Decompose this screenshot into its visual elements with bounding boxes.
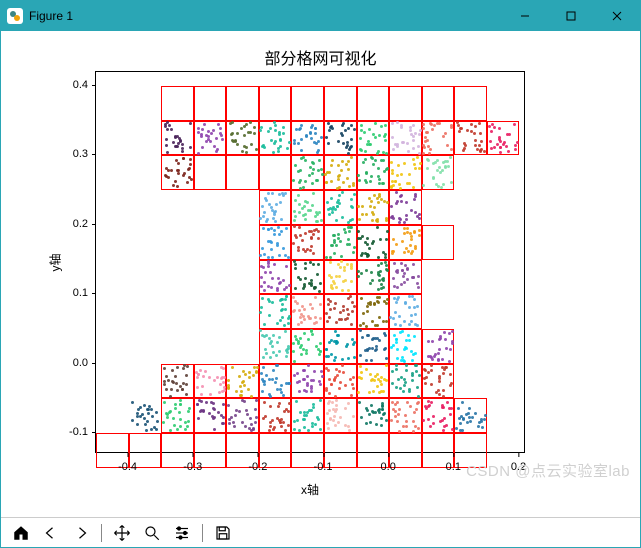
zoom-button[interactable]: [138, 521, 166, 545]
grid-cell: [454, 86, 487, 121]
plot-title: 部分格网可视化: [1, 45, 640, 69]
x-tick: -0.4: [118, 461, 137, 473]
forward-button[interactable]: [67, 521, 95, 545]
maximize-button[interactable]: [548, 1, 594, 31]
figure-window: Figure 1 部分格网可视化 -0.4 -0.3 -0.2 -0.1 0.0 0.1 0…: [0, 0, 641, 548]
app-icon: [7, 8, 23, 24]
save-button[interactable]: [209, 521, 237, 545]
grid-cell: [259, 155, 292, 190]
plot-axes[interactable]: [95, 71, 525, 453]
grid-cell: [226, 86, 259, 121]
grid-cell: [161, 86, 194, 121]
x-tick: 0.0: [381, 461, 396, 473]
x-tick: -0.1: [314, 461, 333, 473]
titlebar[interactable]: Figure 1: [1, 1, 640, 31]
configure-button[interactable]: [168, 521, 196, 545]
grid-cell: [422, 225, 455, 260]
matplotlib-toolbar: [1, 517, 640, 547]
grid-cell: [422, 86, 455, 121]
window-title: Figure 1: [29, 9, 73, 23]
toolbar-separator: [202, 524, 203, 542]
toolbar-separator: [101, 524, 102, 542]
back-button[interactable]: [37, 521, 65, 545]
x-tick: -0.2: [248, 461, 267, 473]
grid-cell: [389, 225, 422, 260]
grid-cell: [324, 86, 357, 121]
x-tick: 0.2: [511, 461, 526, 473]
x-tick: -0.3: [183, 461, 202, 473]
y-axis-label: y轴: [45, 71, 65, 453]
home-button[interactable]: [7, 521, 35, 545]
close-button[interactable]: [594, 1, 640, 31]
grid-cell: [259, 86, 292, 121]
grid-cell: [194, 86, 227, 121]
grid-cell: [389, 86, 422, 121]
grid-cell: [357, 86, 390, 121]
grid-cell: [422, 398, 455, 433]
grid-cell: [291, 329, 324, 364]
grid-cell: [226, 155, 259, 190]
minimize-button[interactable]: [502, 1, 548, 31]
x-tick: 0.1: [446, 461, 461, 473]
x-axis-label: x轴: [95, 481, 525, 498]
grid-cell: [194, 155, 227, 190]
grid-cell: [291, 86, 324, 121]
pan-button[interactable]: [108, 521, 136, 545]
figure-canvas[interactable]: 部分格网可视化 -0.4-0.3-0.2-0.10.00.10.2 -0.10.…: [1, 31, 640, 517]
